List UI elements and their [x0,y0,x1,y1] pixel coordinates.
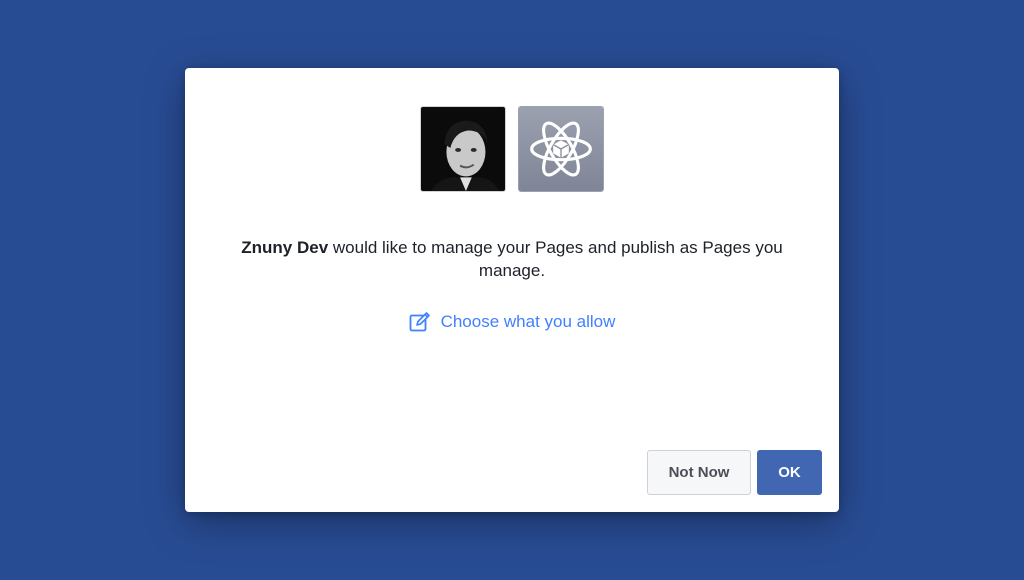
app-avatar [518,106,604,192]
app-name: Znuny Dev [241,238,329,257]
user-avatar [420,106,506,192]
choose-what-you-allow-link[interactable]: Choose what you allow [185,311,839,333]
message-text: would like to manage your Pages and publ… [328,238,783,280]
user-photo-icon [421,107,505,191]
avatar-row [185,106,839,192]
permission-message: Znuny Dev would like to manage your Page… [225,236,799,282]
atom-cube-icon [519,107,603,191]
ok-button[interactable]: OK [757,450,822,495]
dialog-actions: Not Now OK [647,450,822,495]
not-now-button[interactable]: Not Now [647,450,751,495]
permission-dialog: Znuny Dev would like to manage your Page… [185,68,839,512]
choose-link-label[interactable]: Choose what you allow [441,312,616,332]
edit-icon [409,312,430,332]
